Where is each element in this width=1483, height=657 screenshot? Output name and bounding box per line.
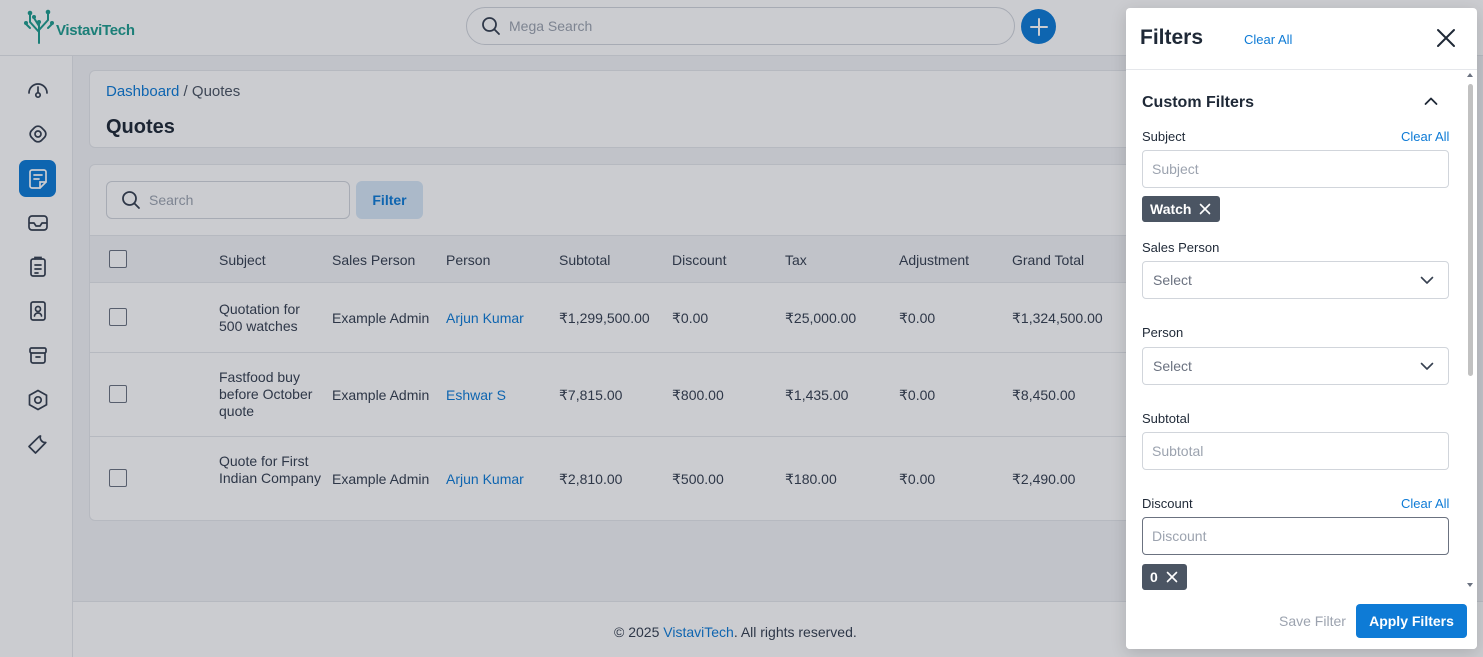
subject-filter-input[interactable] bbox=[1142, 150, 1449, 188]
filters-drawer: Filters Clear All Custom Filters Subject bbox=[1126, 8, 1477, 649]
discount-chip-label: 0 bbox=[1150, 569, 1158, 585]
filters-drawer-body: Custom Filters Subject Clear All Watch S… bbox=[1126, 70, 1477, 594]
sales-person-select[interactable]: Select bbox=[1142, 261, 1449, 299]
person-select-value: Select bbox=[1153, 358, 1192, 374]
drawer-scrollbar[interactable] bbox=[1466, 72, 1474, 590]
chevron-down-icon bbox=[1420, 276, 1434, 284]
subtotal-filter-label: Subtotal bbox=[1142, 411, 1190, 426]
close-icon bbox=[1437, 29, 1455, 47]
subject-clear-all-link[interactable]: Clear All bbox=[1401, 129, 1449, 144]
clear-all-filters-link[interactable]: Clear All bbox=[1244, 32, 1292, 47]
scroll-up-arrow-icon bbox=[1467, 73, 1473, 77]
apply-filters-button[interactable]: Apply Filters bbox=[1356, 604, 1467, 638]
filters-drawer-footer: Save Filter Apply Filters bbox=[1126, 594, 1477, 649]
discount-filter-label: Discount bbox=[1142, 496, 1193, 511]
subject-chip-label: Watch bbox=[1150, 201, 1192, 217]
sales-person-select-value: Select bbox=[1153, 272, 1192, 288]
drawer-scrollbar-thumb[interactable] bbox=[1468, 84, 1473, 376]
discount-clear-all-link[interactable]: Clear All bbox=[1401, 496, 1449, 511]
close-icon[interactable] bbox=[1166, 571, 1178, 583]
chevron-up-icon bbox=[1424, 97, 1438, 105]
close-icon[interactable] bbox=[1199, 203, 1211, 215]
chevron-down-icon bbox=[1420, 362, 1434, 370]
filters-title: Filters bbox=[1140, 26, 1204, 49]
subject-filter-label: Subject bbox=[1142, 129, 1186, 144]
collapse-section-button[interactable] bbox=[1422, 92, 1440, 110]
filters-drawer-header: Filters Clear All bbox=[1126, 8, 1477, 70]
close-drawer-button[interactable] bbox=[1434, 26, 1458, 50]
subtotal-filter-input[interactable] bbox=[1142, 432, 1449, 470]
discount-filter-input[interactable] bbox=[1142, 517, 1449, 555]
custom-filters-heading[interactable]: Custom Filters bbox=[1142, 94, 1254, 112]
discount-filter-chip: 0 bbox=[1142, 564, 1187, 590]
person-select[interactable]: Select bbox=[1142, 347, 1449, 385]
person-filter-label: Person bbox=[1142, 325, 1184, 340]
save-filter-button[interactable]: Save Filter bbox=[1279, 613, 1346, 629]
sales-person-filter-label: Sales Person bbox=[1142, 240, 1220, 255]
scroll-down-arrow-icon bbox=[1467, 583, 1473, 587]
subject-filter-chip: Watch bbox=[1142, 196, 1221, 222]
